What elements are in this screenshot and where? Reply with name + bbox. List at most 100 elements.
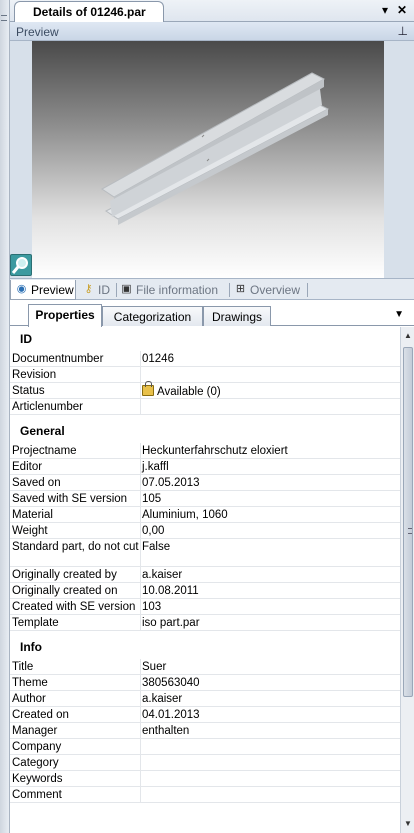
section-header-info: Info xyxy=(20,640,42,654)
status-value: Available (0) xyxy=(157,386,221,398)
tab-drawings[interactable]: Drawings xyxy=(203,306,271,326)
column-divider xyxy=(140,507,141,522)
scroll-up-icon[interactable]: ▲ xyxy=(402,329,414,343)
tab-drawings-label: Drawings xyxy=(211,310,262,324)
preview-area xyxy=(10,41,414,278)
property-value: 0,00 xyxy=(142,525,165,537)
tab-categorization[interactable]: Categorization xyxy=(102,306,203,326)
tab-file-information-label: File information xyxy=(136,283,219,297)
property-key: Created with SE version xyxy=(12,601,136,613)
property-value: 01246 xyxy=(142,353,174,365)
tab-overview[interactable]: ⊞ Overview xyxy=(230,280,308,300)
magnifier-icon xyxy=(11,257,28,274)
column-divider xyxy=(140,739,141,754)
column-divider xyxy=(140,567,141,582)
property-row[interactable]: Company xyxy=(10,739,400,755)
property-key: Saved on xyxy=(12,477,61,489)
property-key: Originally created on xyxy=(12,585,118,597)
tree-icon: ⊞ xyxy=(235,283,246,295)
property-row[interactable]: Originally created on 10.08.2011 xyxy=(10,583,400,599)
property-row[interactable]: Keywords xyxy=(10,771,400,787)
property-key: Weight xyxy=(12,525,48,537)
property-value: a.kaiser xyxy=(142,569,183,581)
scroll-down-icon[interactable]: ▼ xyxy=(402,817,414,831)
property-row[interactable]: Saved with SE version 105 xyxy=(10,491,400,507)
window-title: Details of 01246.par xyxy=(33,5,146,19)
key-icon: ⚷ xyxy=(84,283,93,295)
property-row[interactable]: Created with SE version 103 xyxy=(10,599,400,615)
property-row[interactable]: Projectname Heckunterfahrschutz eloxiert xyxy=(10,443,400,459)
property-row[interactable]: Editor j.kaffl xyxy=(10,459,400,475)
property-key: Projectname xyxy=(12,445,77,457)
property-row[interactable]: Template iso part.par xyxy=(10,615,400,631)
property-key: Saved with SE version xyxy=(12,493,128,505)
scrollbar-thumb[interactable] xyxy=(403,347,413,697)
column-divider xyxy=(140,659,141,674)
property-key: Status xyxy=(12,385,45,397)
property-key: Template xyxy=(12,617,59,629)
grip-icon xyxy=(408,528,412,534)
gutter-mark xyxy=(1,20,7,21)
pin-icon[interactable]: ⊥ xyxy=(398,24,408,38)
property-key: Originally created by xyxy=(12,569,117,581)
property-value: Aluminium, 1060 xyxy=(142,509,228,521)
tab-file-information[interactable]: ▣ File information xyxy=(116,280,228,300)
property-row[interactable]: Saved on 07.05.2013 xyxy=(10,475,400,491)
property-key: Created on xyxy=(12,709,69,721)
property-value: 380563040 xyxy=(142,677,200,689)
property-key: Revision xyxy=(12,369,57,381)
property-key: Title xyxy=(12,661,34,673)
column-divider xyxy=(140,443,141,458)
property-key: Manager xyxy=(12,725,58,737)
column-divider xyxy=(140,459,141,474)
close-icon[interactable]: ✕ xyxy=(395,3,409,17)
property-row[interactable]: Manager enthalten xyxy=(10,723,400,739)
property-key: Category xyxy=(12,757,59,769)
gutter-mark xyxy=(1,15,7,16)
tab-overview-label: Overview xyxy=(250,283,301,297)
title-bar: Details of 01246.par ▾ ✕ xyxy=(10,0,414,22)
column-divider xyxy=(140,367,141,382)
property-row[interactable]: Weight 0,00 xyxy=(10,523,400,539)
property-row[interactable]: Articlenumber xyxy=(10,399,400,415)
preview-header: Preview ⊥ xyxy=(10,22,414,41)
property-row[interactable]: Standard part, do not cut False xyxy=(10,539,400,567)
property-key: Editor xyxy=(12,461,43,473)
property-row[interactable]: Comment xyxy=(10,787,400,803)
zoom-preview-button[interactable] xyxy=(10,254,32,276)
property-row[interactable]: Documentnumber 01246 xyxy=(10,351,400,367)
property-key: Theme xyxy=(12,677,48,689)
column-divider xyxy=(140,787,141,802)
document-tab[interactable]: Details of 01246.par xyxy=(14,1,164,22)
tab-menu-dropdown-icon[interactable]: ▼ xyxy=(394,309,404,320)
dropdown-arrow-icon[interactable]: ▾ xyxy=(378,3,392,17)
tab-preview[interactable]: ◉ Preview xyxy=(10,280,76,300)
property-row[interactable]: Category xyxy=(10,755,400,771)
property-row[interactable]: Theme 380563040 xyxy=(10,675,400,691)
column-divider xyxy=(140,755,141,770)
beam-3d-render xyxy=(101,72,330,225)
property-row[interactable]: Revision xyxy=(10,367,400,383)
column-divider xyxy=(140,491,141,506)
property-row[interactable]: Status Available (0) xyxy=(10,381,400,399)
property-key: Documentnumber xyxy=(12,353,104,365)
property-row[interactable]: Created on 04.01.2013 xyxy=(10,707,400,723)
column-divider xyxy=(140,475,141,490)
left-gutter xyxy=(0,0,10,833)
column-divider xyxy=(140,691,141,706)
property-row[interactable]: Material Aluminium, 1060 xyxy=(10,507,400,523)
vertical-scrollbar[interactable]: ▲ ▼ xyxy=(400,327,414,833)
property-key: Keywords xyxy=(12,773,63,785)
property-row[interactable]: Title Suer xyxy=(10,659,400,675)
property-row[interactable]: Originally created by a.kaiser xyxy=(10,567,400,583)
property-value: j.kaffl xyxy=(142,461,169,473)
tab-properties[interactable]: Properties xyxy=(28,304,102,327)
tab-properties-label: Properties xyxy=(35,308,95,322)
tab-id[interactable]: ⚷ ID xyxy=(78,280,116,300)
column-divider xyxy=(140,523,141,538)
property-value: 10.08.2011 xyxy=(142,585,199,597)
property-value: 105 xyxy=(142,493,162,505)
property-value: False xyxy=(142,541,171,553)
column-divider xyxy=(140,615,141,630)
property-row[interactable]: Author a.kaiser xyxy=(10,691,400,707)
